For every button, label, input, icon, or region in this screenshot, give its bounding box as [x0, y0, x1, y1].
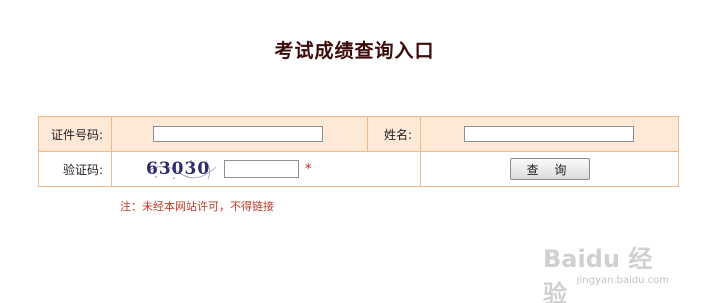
- name-label: 姓名:: [367, 116, 421, 152]
- id-cell: [111, 116, 368, 152]
- id-label: 证件号码:: [38, 116, 112, 152]
- required-mark: *: [305, 161, 312, 177]
- button-cell: 查 询: [420, 151, 679, 187]
- query-form: 证件号码: 姓名: 验证码: 63030 * 查 询: [38, 116, 679, 187]
- form-row-captcha: 验证码: 63030 * 查 询: [38, 151, 679, 187]
- query-button[interactable]: 查 询: [509, 158, 590, 180]
- name-cell: [420, 116, 679, 152]
- watermark-url: jingyan.baidu.com: [576, 275, 669, 286]
- captcha-cell: 63030 *: [111, 151, 421, 187]
- id-number-input[interactable]: [153, 126, 323, 142]
- captcha-label: 验证码:: [38, 151, 112, 187]
- page-title: 考试成绩查询入口: [274, 40, 435, 62]
- captcha-input[interactable]: [224, 160, 299, 178]
- link-notice: 注：未经本网站许可，不得链接: [120, 200, 274, 213]
- captcha-text: 63030: [146, 159, 211, 179]
- captcha-image[interactable]: 63030: [146, 157, 218, 181]
- baidu-watermark: Baidu 经验: [543, 245, 653, 303]
- form-row-id-name: 证件号码: 姓名:: [38, 116, 679, 152]
- name-input[interactable]: [464, 126, 634, 142]
